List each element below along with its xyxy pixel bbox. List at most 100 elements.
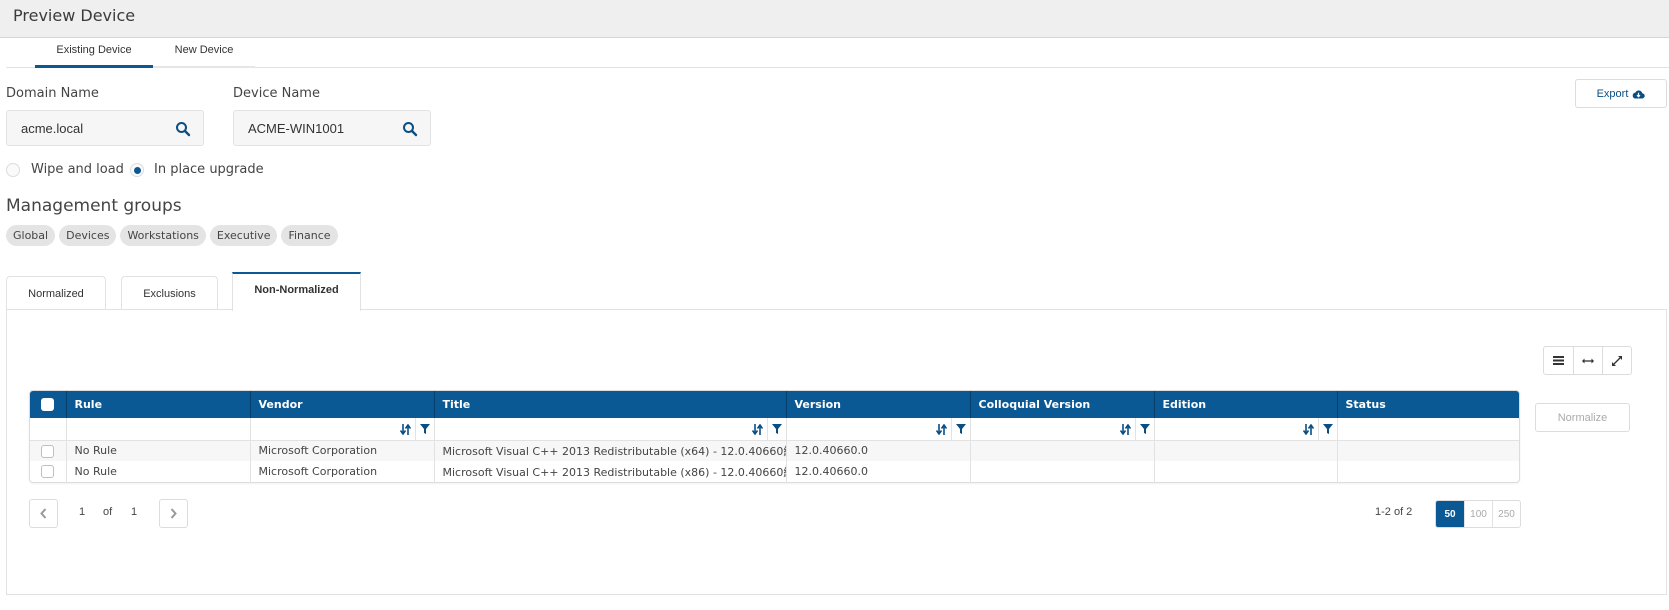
filter-icon [771,424,782,434]
tab-normalized[interactable]: Normalized [6,276,106,310]
chevron-right-icon [170,508,177,519]
sort-button[interactable] [932,418,951,439]
previous-page-button[interactable] [29,499,58,528]
cell-edition [1154,440,1338,461]
sort-icon [751,423,763,435]
in-place-upgrade-radio[interactable] [130,163,144,177]
cell-colloquial-version [970,440,1155,461]
column-header-vendor[interactable]: Vendor [250,391,435,418]
result-range: 1-2 of 2 [1375,506,1413,518]
filter-row [30,418,1519,441]
column-header-status[interactable]: Status [1337,391,1519,418]
domain-name-label: Domain Name [6,86,99,101]
subtabs-divider [6,67,1669,68]
tab-non-normalized[interactable]: Non-Normalized [232,272,361,311]
search-icon[interactable] [175,121,191,137]
management-groups-chips: Global Devices Workstations Executive Fi… [6,225,338,246]
filter-button[interactable] [950,418,970,439]
next-page-button[interactable] [159,499,188,528]
row-select-cell [30,461,67,482]
filter-cell-rule [66,418,251,441]
device-name-input[interactable] [234,111,430,145]
device-name-field[interactable] [233,110,431,146]
row-checkbox[interactable] [41,465,55,479]
normalize-button[interactable]: Normalize [1535,403,1630,432]
filter-button[interactable] [766,418,786,439]
page-size-250[interactable]: 250 [1492,501,1520,527]
group-chip: Devices [59,225,117,246]
page-of-label: of [103,506,113,518]
menu-button[interactable] [1544,347,1573,374]
cell-status [1337,440,1519,461]
column-header-rule[interactable]: Rule [66,391,251,418]
table-row[interactable]: No Rule Microsoft Corporation Microsoft … [30,461,1519,482]
group-chip: Finance [281,225,338,246]
group-chip: Workstations [120,225,206,246]
export-label: Export [1596,87,1629,100]
tab-existing-device[interactable]: Existing Device [35,44,153,68]
cell-rule: No Rule [66,461,251,482]
filter-cell-version [786,418,971,441]
sort-button[interactable] [1116,418,1135,439]
filter-button[interactable] [1317,418,1337,439]
filter-cell-edition [1154,418,1338,441]
page-title: Preview Device [13,6,136,25]
column-header-edition[interactable]: Edition [1154,391,1338,418]
filter-button[interactable] [414,418,434,439]
cell-version: 12.0.40660.0 [786,461,971,482]
export-button[interactable]: Export [1575,79,1667,108]
in-place-upgrade-label[interactable]: In place upgrade [154,162,264,177]
fit-columns-button[interactable] [1573,347,1602,374]
group-chip: Global [6,225,56,246]
filter-icon [1322,424,1333,434]
cell-title: Microsoft Visual C++ 2013 Redistributabl… [434,461,787,482]
sort-button[interactable] [396,418,415,439]
group-chip: Executive [209,225,278,246]
filter-icon [1139,424,1150,434]
sort-icon [1119,423,1131,435]
total-pages: 1 [131,506,138,518]
filter-button[interactable] [1134,418,1154,439]
filter-cell [30,418,67,441]
sort-icon [1302,423,1314,435]
sort-icon [935,423,947,435]
select-all-cell [30,391,67,418]
filter-cell-vendor [250,418,435,441]
cell-version: 12.0.40660.0 [786,440,971,461]
sort-icon [399,423,411,435]
row-checkbox[interactable] [41,444,55,458]
cell-title: Microsoft Visual C++ 2013 Redistributabl… [434,440,787,461]
expand-icon [1612,355,1622,366]
search-icon[interactable] [402,121,418,137]
cell-status [1337,461,1519,482]
column-header-colloquial-version[interactable]: Colloquial Version [970,391,1155,418]
cell-vendor: Microsoft Corporation [250,440,435,461]
page-size-selector: 50 100 250 [1435,500,1521,528]
tab-new-device[interactable]: New Device [153,44,255,68]
chevron-left-icon [40,508,47,519]
filter-cell-status [1337,418,1519,441]
domain-name-field[interactable] [6,110,204,146]
column-header-title[interactable]: Title [434,391,787,418]
device-name-label: Device Name [233,86,320,101]
row-select-cell [30,440,67,461]
wipe-and-load-label[interactable]: Wipe and load [31,162,124,177]
tab-exclusions[interactable]: Exclusions [121,276,218,310]
cloud-download-icon [1633,89,1646,99]
cell-rule: No Rule [66,440,251,461]
cell-edition [1154,461,1338,482]
page-size-50[interactable]: 50 [1436,501,1464,527]
sort-button[interactable] [748,418,767,439]
column-header-version[interactable]: Version [786,391,971,418]
select-all-checkbox[interactable] [41,398,55,412]
non-normalized-grid: Rule Vendor Title Version Colloquial Ver… [29,390,1520,483]
page-header: Preview Device [0,0,1669,38]
expand-button[interactable] [1602,347,1631,374]
domain-name-input[interactable] [7,111,203,145]
wipe-and-load-radio[interactable] [6,163,20,177]
page-size-100[interactable]: 100 [1464,501,1492,527]
filter-cell-title [434,418,787,441]
filter-icon [419,424,430,434]
sort-button[interactable] [1299,418,1318,439]
table-row[interactable]: No Rule Microsoft Corporation Microsoft … [30,440,1519,461]
